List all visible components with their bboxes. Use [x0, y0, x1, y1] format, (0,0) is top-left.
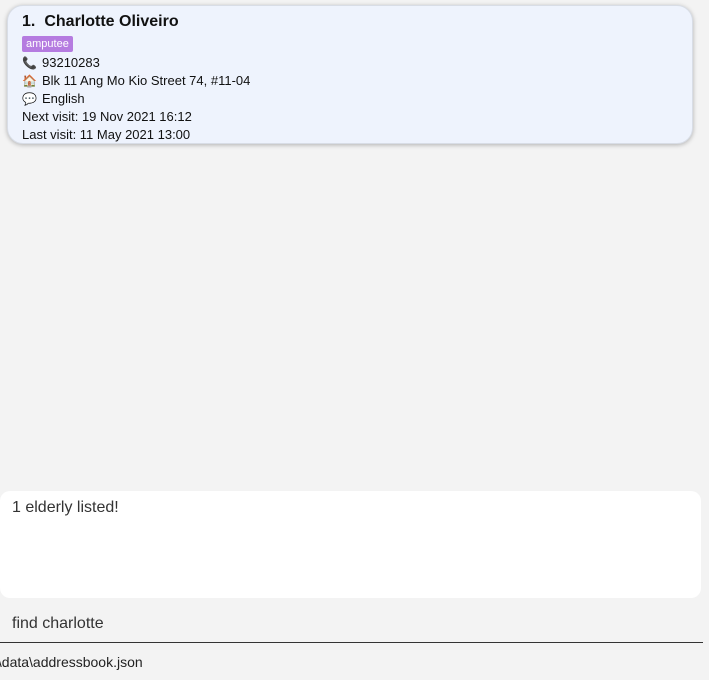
speech-bubble-icon: 💬 [22, 92, 37, 106]
status-bar: .\data\addressbook.json [0, 654, 709, 680]
person-name: Charlotte Oliveiro [44, 13, 179, 30]
address-row: 🏠 Blk 11 Ang Mo Kio Street 74, #11-04 [22, 72, 678, 90]
command-input[interactable]: find charlotte [0, 609, 703, 643]
phone-icon: 📞 [22, 56, 37, 70]
person-card[interactable]: 1. Charlotte Oliveiro amputee 📞 93210283 … [7, 5, 693, 144]
result-text: 1 elderly listed! [12, 499, 119, 516]
phone-number: 93210283 [42, 55, 100, 70]
tag-badge: amputee [22, 36, 73, 52]
phone-row: 📞 93210283 [22, 54, 678, 72]
language-text: English [42, 91, 85, 106]
house-icon: 🏠 [22, 74, 37, 88]
result-display: 1 elderly listed! [0, 491, 701, 598]
last-visit: Last visit: 11 May 2021 13:00 [22, 127, 191, 142]
person-index: 1. [22, 13, 36, 30]
language-row: 💬 English [22, 90, 678, 108]
person-name-line: 1. Charlotte Oliveiro [22, 11, 678, 33]
next-visit: Next visit: 19 Nov 2021 16:12 [22, 109, 192, 124]
address-text: Blk 11 Ang Mo Kio Street 74, #11-04 [42, 73, 251, 88]
data-file-path: .\data\addressbook.json [0, 654, 143, 670]
command-text: find charlotte [12, 615, 104, 632]
